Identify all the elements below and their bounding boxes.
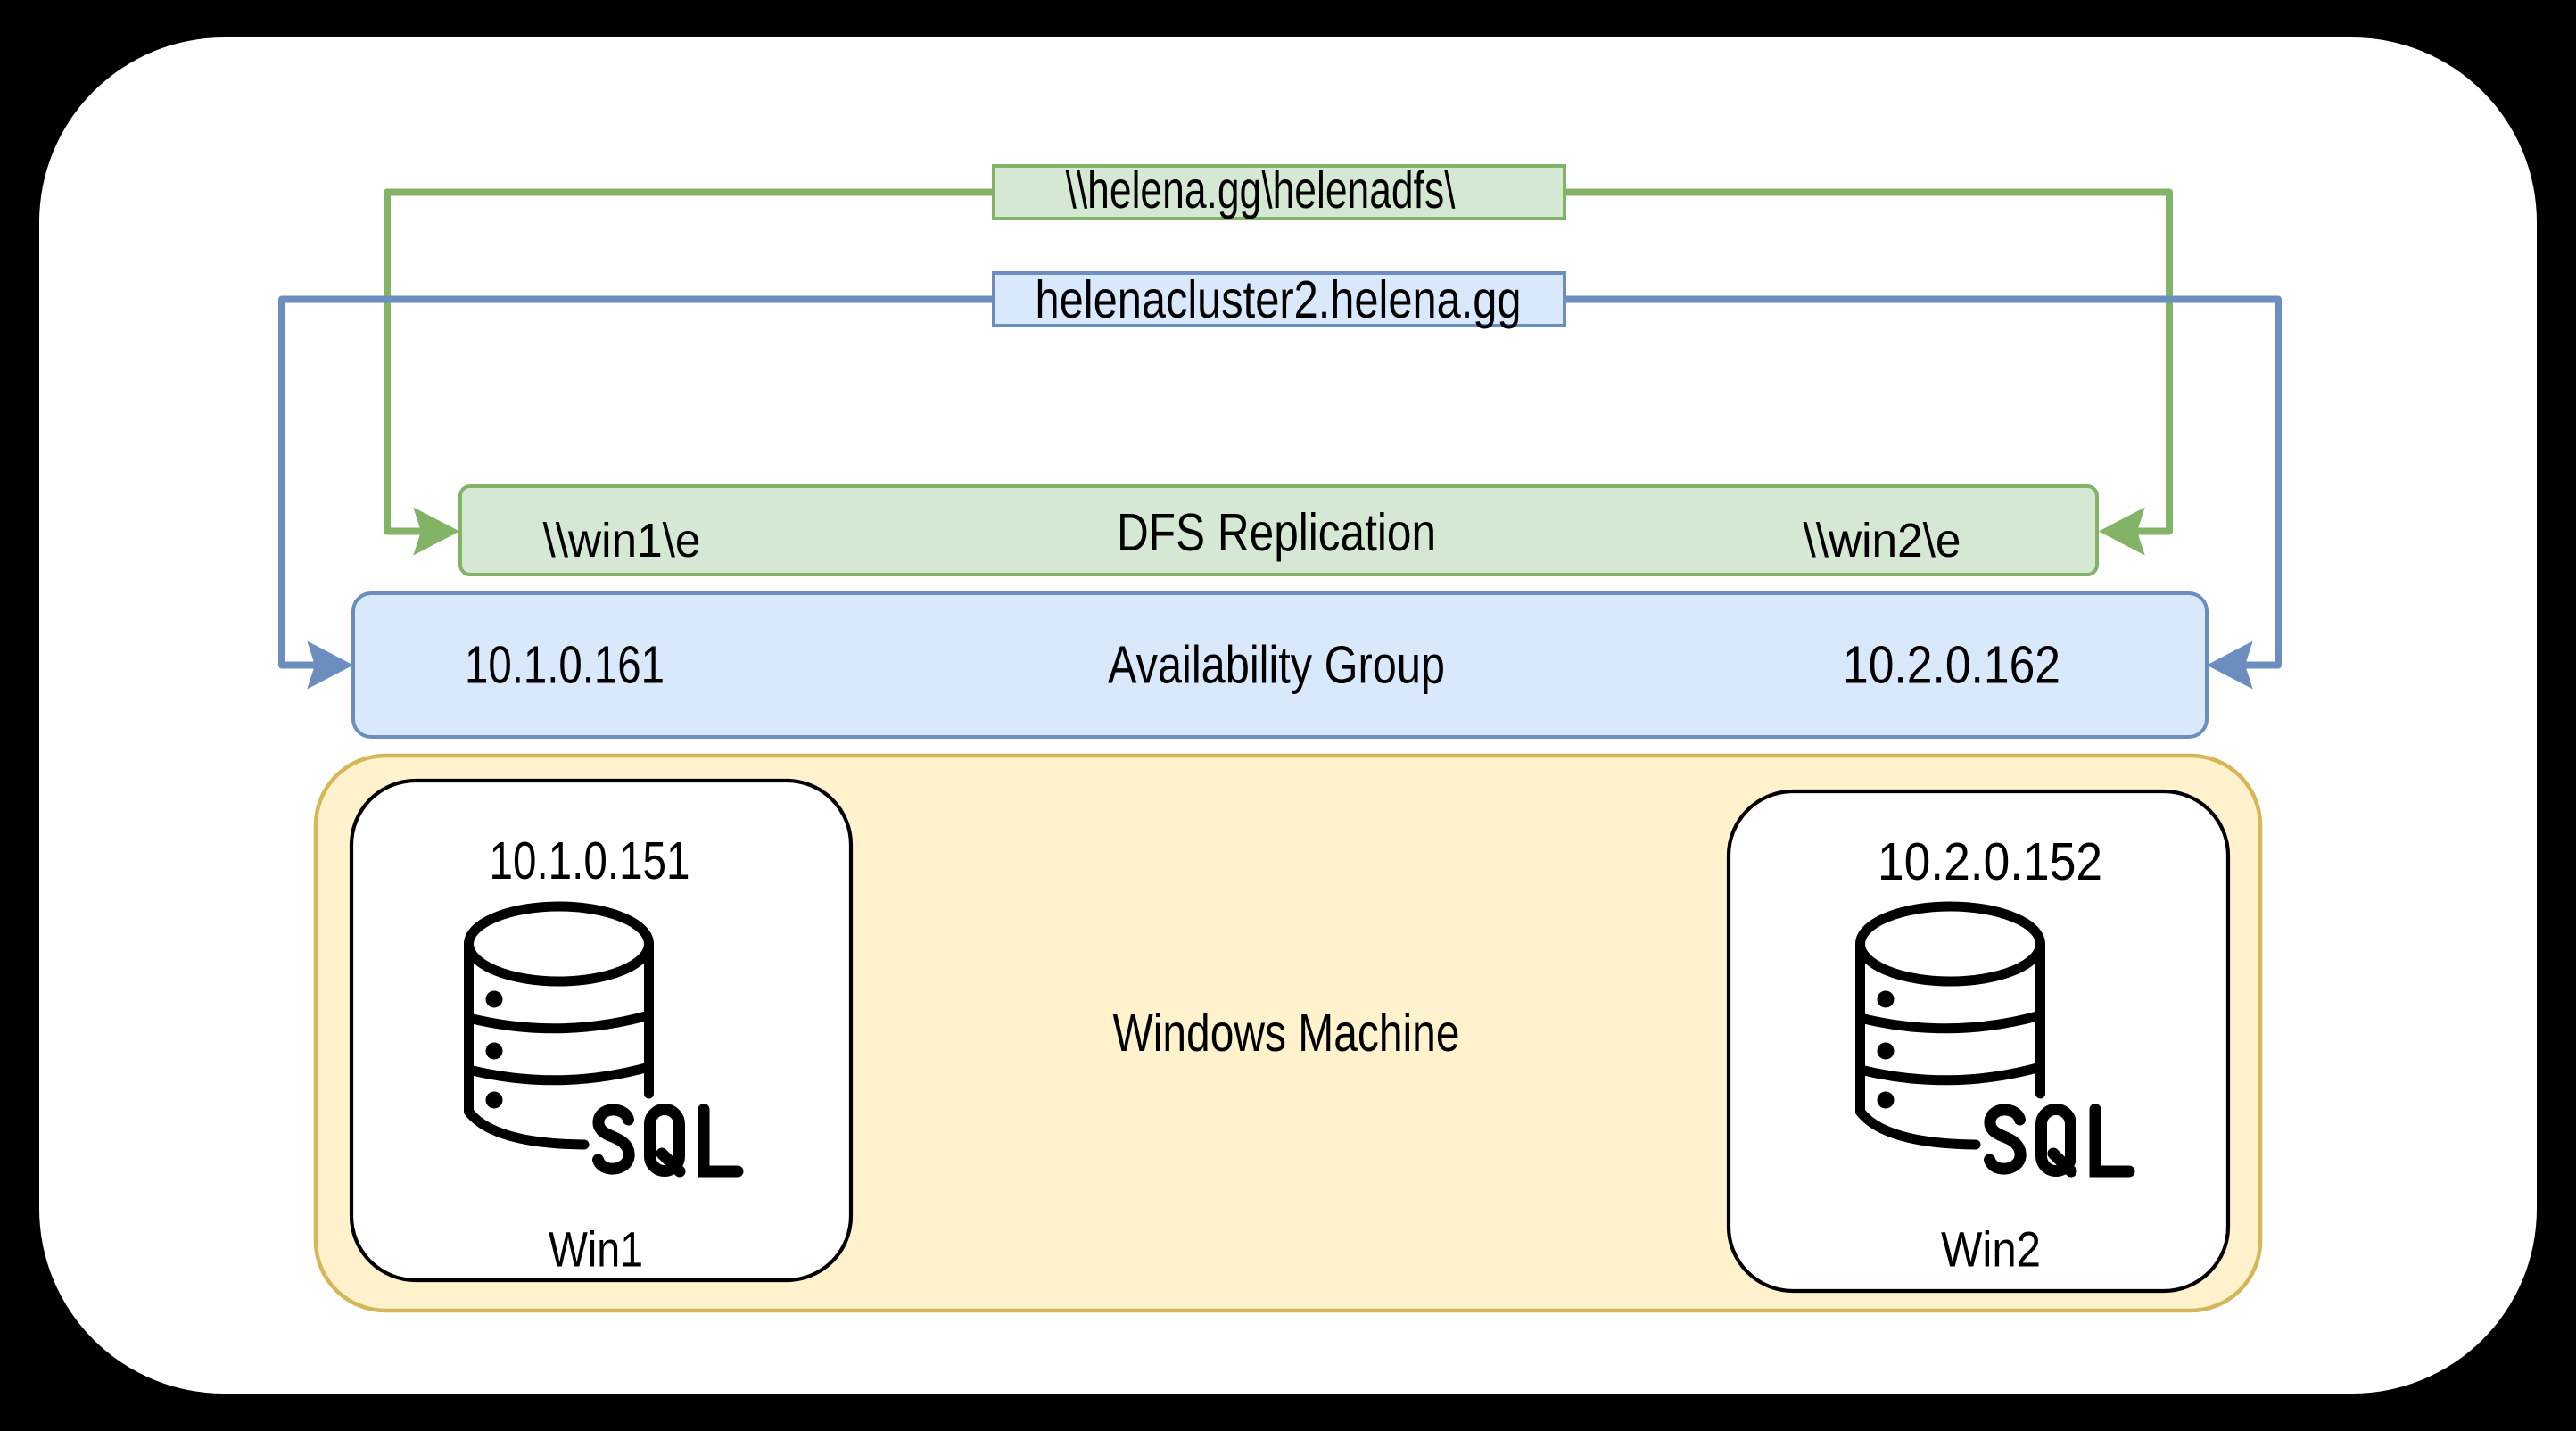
svg-text:10.2.0.152: 10.2.0.152 [1878, 832, 2102, 891]
svg-text:\\win2\e: \\win2\e [1804, 514, 1961, 567]
svg-text:DFS Replication: DFS Replication [1117, 503, 1436, 562]
svg-text:\\win1\e: \\win1\e [543, 514, 701, 567]
svg-text:Win2: Win2 [1941, 1221, 2041, 1278]
svg-text:10.2.0.162: 10.2.0.162 [1843, 636, 2060, 695]
svg-text:10.1.0.161: 10.1.0.161 [465, 636, 665, 695]
svg-text:Win1: Win1 [549, 1221, 643, 1278]
svg-text:10.1.0.151: 10.1.0.151 [490, 831, 690, 890]
svg-text:helenacluster2.helena.gg: helenacluster2.helena.gg [1036, 270, 1522, 329]
svg-text:\\helena.gg\helenadfs\: \\helena.gg\helenadfs\ [1066, 161, 1456, 219]
svg-text:Availability Group: Availability Group [1108, 636, 1445, 695]
svg-text:Windows Machine: Windows Machine [1113, 1004, 1460, 1063]
